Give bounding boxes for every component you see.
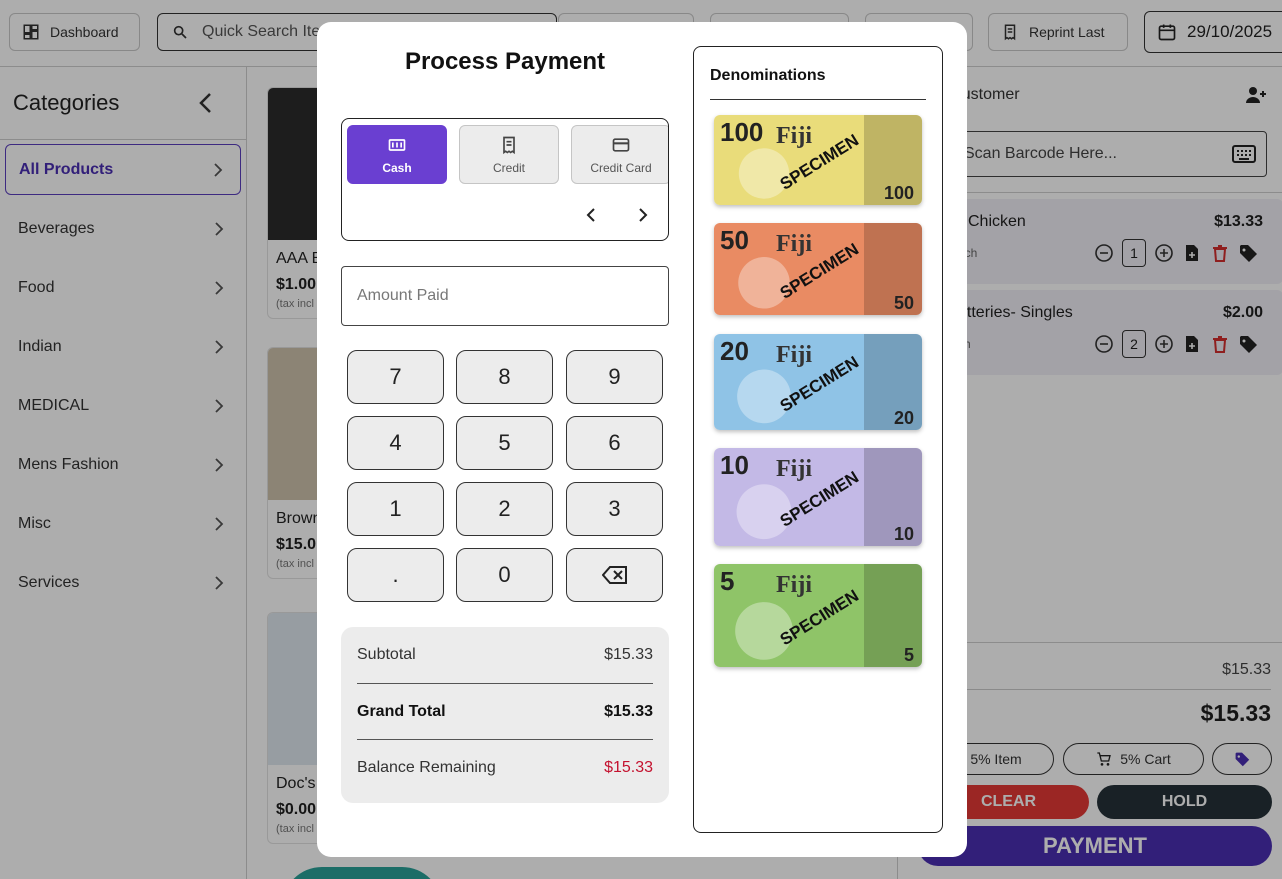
banknote-value: 20 xyxy=(720,336,749,366)
balance-remaining-row: Balance Remaining $15.33 xyxy=(357,739,653,795)
banknote-value-corner: 10 xyxy=(894,524,914,544)
banknote-value-corner: 100 xyxy=(884,183,914,203)
grand-total-value: $15.33 xyxy=(604,702,653,720)
banknote-brand: Fiji xyxy=(776,572,812,598)
denominations-title: Denominations xyxy=(710,67,926,100)
keypad-key-2[interactable]: 2 xyxy=(456,482,553,536)
banknote-value: 10 xyxy=(720,450,749,480)
process-payment-dialog: Process Payment Cash Credit Credit Card … xyxy=(317,22,967,857)
keypad-key-decimal[interactable]: . xyxy=(347,548,444,602)
banknote-brand: Fiji xyxy=(776,342,812,368)
keypad-key-5[interactable]: 5 xyxy=(456,416,553,470)
banknote-image: 10 Fiji10SPECIMEN xyxy=(714,448,922,546)
keypad-key-6[interactable]: 6 xyxy=(566,416,663,470)
keypad-backspace-button[interactable] xyxy=(566,548,663,602)
grand-total-label: Grand Total xyxy=(357,702,446,720)
payment-method-credit[interactable]: Credit xyxy=(459,125,559,184)
keypad-key-8[interactable]: 8 xyxy=(456,350,553,404)
payment-method-label: Credit xyxy=(492,160,525,175)
balance-remaining-label: Balance Remaining xyxy=(357,758,496,776)
backspace-icon xyxy=(601,566,627,584)
keypad-key-7[interactable]: 7 xyxy=(347,350,444,404)
banknote-brand: Fiji xyxy=(776,231,812,257)
subtotal-row: Subtotal $15.33 xyxy=(357,627,653,683)
banknote-image: 50 Fiji50SPECIMEN xyxy=(714,223,922,315)
methods-next-button[interactable] xyxy=(632,204,654,226)
payment-method-selector: Cash Credit Credit Card xyxy=(341,118,669,241)
amount-paid-placeholder: Amount Paid xyxy=(357,287,449,304)
banknote-value-corner: 5 xyxy=(904,645,914,665)
subtotal-value: $15.33 xyxy=(604,646,653,663)
keypad-key-4[interactable]: 4 xyxy=(347,416,444,470)
keypad-key-9[interactable]: 9 xyxy=(566,350,663,404)
denomination-note-50[interactable]: 50 Fiji 50 SPECIMEN xyxy=(714,223,922,315)
banknote-image: 20 Fiji20SPECIMEN xyxy=(714,334,922,430)
denomination-note-100[interactable]: 100 Fiji 100 SPECIMEN xyxy=(714,115,922,205)
keypad-key-3[interactable]: 3 xyxy=(566,482,663,536)
chevron-right-icon xyxy=(639,208,648,222)
chevron-left-icon xyxy=(586,208,595,222)
cash-icon xyxy=(388,138,406,151)
amount-paid-input[interactable]: Amount Paid xyxy=(341,266,669,326)
dialog-title: Process Payment xyxy=(404,48,606,75)
banknote-value: 100 xyxy=(720,117,763,147)
banknote-brand: Fiji xyxy=(776,456,812,482)
keypad-key-0[interactable]: 0 xyxy=(456,548,553,602)
subtotal-label: Subtotal xyxy=(357,646,416,663)
payment-method-credit-card[interactable]: Credit Card xyxy=(571,125,668,184)
denominations-panel: Denominations 100 Fiji 100 SPECIMEN 50 Fiji 50… xyxy=(693,46,943,833)
banknote-value: 50 xyxy=(720,225,749,255)
payment-summary: Subtotal $15.33 Grand Total $15.33 Balan… xyxy=(341,627,669,803)
denomination-note-10[interactable]: 10 Fiji 10 SPECIMEN xyxy=(714,448,922,546)
banknote-image: 5 Fiji5SPECIMEN xyxy=(714,564,922,667)
methods-prev-button[interactable] xyxy=(580,204,602,226)
keypad-key-1[interactable]: 1 xyxy=(347,482,444,536)
receipt-icon xyxy=(503,136,515,154)
payment-method-label: Cash xyxy=(382,160,412,175)
banknote-value-corner: 50 xyxy=(894,293,914,313)
banknote-value: 5 xyxy=(720,566,734,596)
denomination-note-5[interactable]: 5 Fiji 5 SPECIMEN xyxy=(714,564,922,667)
banknote-value-corner: 20 xyxy=(894,408,914,428)
grand-total-row: Grand Total $15.33 xyxy=(357,683,653,739)
payment-method-cash[interactable]: Cash xyxy=(347,125,447,184)
banknote-brand: Fiji xyxy=(776,123,812,149)
balance-remaining-value: $15.33 xyxy=(604,758,653,776)
banknote-image: 100 Fiji100SPECIMEN xyxy=(714,115,922,205)
denomination-note-20[interactable]: 20 Fiji 20 SPECIMEN xyxy=(714,334,922,430)
credit-card-icon xyxy=(612,137,630,152)
payment-method-label: Credit Card xyxy=(590,160,652,175)
